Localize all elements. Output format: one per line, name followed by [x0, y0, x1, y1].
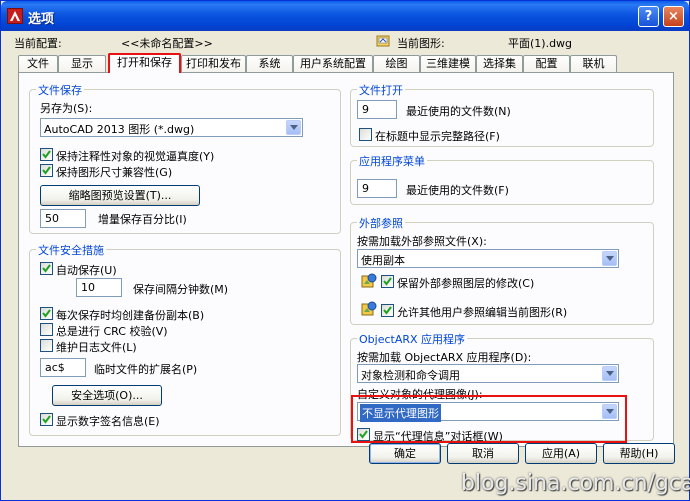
keep-size-compat-checkbox[interactable] — [40, 164, 53, 177]
app-menu-group: 应用程序菜单 9 最近使用的文件数(F) — [350, 153, 654, 205]
keep-annotative-label: 保持注释性对象的视觉逼真度(Y) — [56, 150, 215, 163]
thumbnail-settings-button[interactable]: 缩略图预览设置(T)... — [40, 185, 200, 206]
xref-layer-icon — [361, 273, 377, 288]
close-button[interactable]: × — [663, 6, 684, 27]
digital-signature-checkbox[interactable] — [40, 413, 53, 426]
crc-check-checkbox[interactable] — [40, 323, 53, 336]
arx-demand-label: 按需加载 ObjectARX 应用程序(D): — [357, 351, 532, 364]
xref-demand-dropdown[interactable]: 使用副本 — [357, 249, 619, 268]
keep-size-compat-label: 保持图形尺寸兼容性(G) — [56, 166, 173, 179]
temp-ext-input[interactable]: ac$ — [40, 358, 86, 377]
current-drawing-value: 平面(1).dwg — [508, 37, 573, 50]
title-bar[interactable]: 选项 ? × — [1, 1, 689, 31]
arx-demand-value: 对象检测和命令调用 — [361, 369, 460, 382]
save-as-dropdown[interactable]: AutoCAD 2013 图形 (*.dwg) — [40, 118, 303, 137]
file-save-group: 文件保存 另存为(S): AutoCAD 2013 图形 (*.dwg) 保持注… — [29, 82, 341, 234]
tab-display[interactable]: 显示 — [58, 55, 106, 72]
temp-ext-label: 临时文件的扩展名(P) — [94, 363, 198, 376]
objectarx-title: ObjectARX 应用程序 — [357, 331, 468, 347]
save-as-value: AutoCAD 2013 图形 (*.dwg) — [44, 123, 195, 136]
autosave-checkbox[interactable] — [40, 262, 53, 275]
keep-annotative-checkbox[interactable] — [40, 148, 53, 161]
autosave-interval-label: 保存间隔分钟数(M) — [133, 283, 229, 296]
app-menu-recent-label: 最近使用的文件数(F) — [406, 184, 509, 197]
tab-user-preferences[interactable]: 用户系统配置 — [293, 55, 373, 72]
tab-files[interactable]: 文件 — [18, 55, 58, 72]
options-dialog: 选项 ? × 当前配置: <<未命名配置>> 当前图形: 平面(1).dwg 文… — [0, 0, 690, 501]
incremental-save-label: 增量保存百分比(I) — [98, 213, 187, 226]
security-options-button[interactable]: 安全选项(O)... — [52, 385, 162, 406]
backup-copy-label: 每次保存时均创建备份副本(B) — [56, 309, 205, 322]
tab-system[interactable]: 系统 — [246, 55, 293, 72]
recent-files-label: 最近使用的文件数(N) — [406, 105, 511, 118]
recent-files-value: 9 — [362, 103, 369, 116]
file-save-title: 文件保存 — [36, 82, 84, 98]
temp-ext-value: ac$ — [45, 361, 65, 374]
current-profile-value: <<未命名配置>> — [121, 37, 213, 50]
retain-xref-changes-label: 保留外部参照图层的修改(C) — [397, 277, 535, 290]
xref-group: 外部参照 按需加载外部参照文件(X): 使用副本 保留外部参照图层的修改(C) — [350, 215, 654, 325]
digital-signature-label: 显示数字签名信息(E) — [56, 415, 160, 428]
recent-files-input[interactable]: 9 — [357, 100, 397, 119]
highlight-box — [351, 395, 627, 443]
chevron-down-icon[interactable] — [602, 366, 617, 381]
tab-plot-and-publish[interactable]: 打印和发布 — [181, 55, 246, 72]
allow-xref-edit-checkbox[interactable] — [381, 304, 394, 317]
file-safety-group: 文件安全措施 自动保存(U) 10 保存间隔分钟数(M) 每次保存时均创建备份副… — [29, 242, 341, 436]
tab-3d-modeling[interactable]: 三维建模 — [420, 55, 476, 72]
tab-online[interactable]: 联机 — [570, 55, 617, 72]
incremental-save-input[interactable]: 50 — [40, 209, 86, 228]
apply-button[interactable]: 应用(A) — [525, 443, 597, 464]
xref-edit-icon — [361, 301, 377, 316]
file-safety-title: 文件安全措施 — [36, 242, 106, 258]
autocad-logo-icon — [7, 8, 23, 24]
blog-watermark: blog.sina.com.cn/gcad — [461, 471, 690, 496]
save-as-label: 另存为(S): — [40, 102, 93, 115]
xref-demand-label: 按需加载外部参照文件(X): — [357, 235, 487, 248]
tab-open-and-save[interactable]: 打开和保存 — [108, 53, 181, 73]
ok-button[interactable]: 确定 — [369, 443, 441, 464]
log-file-checkbox[interactable] — [40, 339, 53, 352]
drawing-file-icon — [376, 35, 390, 47]
arx-demand-dropdown[interactable]: 对象检测和命令调用 — [357, 364, 619, 383]
current-profile-label: 当前配置: — [14, 37, 62, 50]
autosave-interval-value: 10 — [81, 281, 95, 294]
open-save-panel: 文件保存 另存为(S): AutoCAD 2013 图形 (*.dwg) 保持注… — [18, 72, 674, 447]
current-drawing-label: 当前图形: — [397, 37, 445, 50]
chevron-down-icon[interactable] — [602, 251, 617, 266]
cancel-button[interactable]: 取消 — [447, 443, 519, 464]
backup-copy-checkbox[interactable] — [40, 307, 53, 320]
file-open-group: 文件打开 9 最近使用的文件数(N) 在标题中显示完整路径(F) — [350, 82, 654, 147]
autosave-label: 自动保存(U) — [56, 264, 117, 277]
help-button[interactable]: 帮助(H) — [603, 443, 675, 464]
app-menu-title: 应用程序菜单 — [357, 153, 427, 169]
window-title: 选项 — [28, 12, 55, 27]
tab-profiles[interactable]: 配置 — [523, 55, 570, 72]
allow-xref-edit-label: 允许其他用户参照编辑当前图形(R) — [397, 306, 568, 319]
log-file-label: 维护日志文件(L) — [56, 341, 137, 354]
app-menu-recent-value: 9 — [362, 182, 369, 195]
tab-selection[interactable]: 选择集 — [476, 55, 523, 72]
autosave-interval-input[interactable]: 10 — [76, 278, 122, 297]
tab-drafting[interactable]: 绘图 — [373, 55, 420, 72]
help-title-button[interactable]: ? — [638, 6, 659, 27]
xref-title: 外部参照 — [357, 215, 405, 231]
full-path-checkbox[interactable] — [359, 128, 372, 141]
app-menu-recent-input[interactable]: 9 — [357, 179, 397, 198]
full-path-label: 在标题中显示完整路径(F) — [375, 130, 500, 143]
xref-demand-value: 使用副本 — [361, 254, 405, 267]
retain-xref-changes-checkbox[interactable] — [381, 275, 394, 288]
incremental-save-value: 50 — [45, 212, 59, 225]
chevron-down-icon[interactable] — [286, 120, 301, 135]
crc-check-label: 总是进行 CRC 校验(V) — [56, 325, 168, 338]
file-open-title: 文件打开 — [357, 82, 405, 98]
